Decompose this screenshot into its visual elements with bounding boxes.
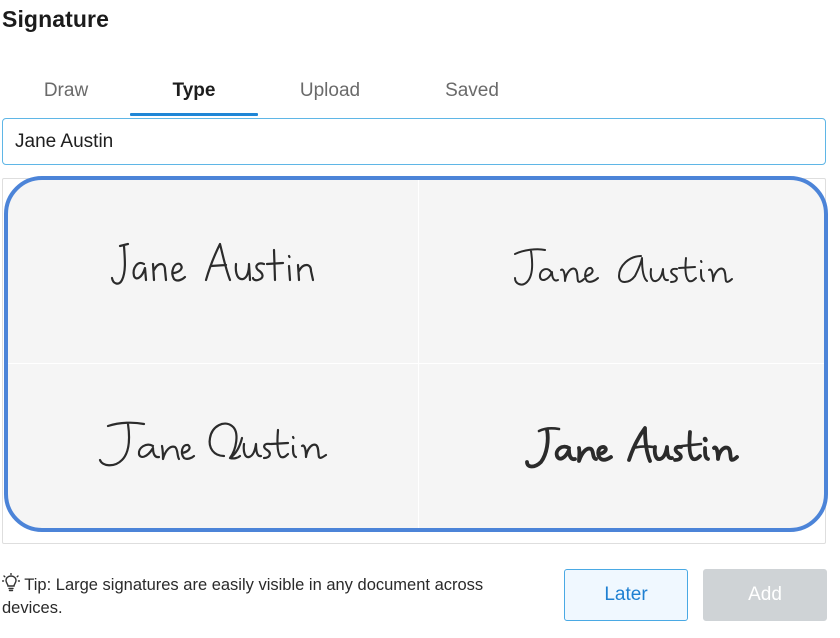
- lightbulb-icon: [1, 572, 21, 593]
- tip-text-container: Tip: Large signatures are easily visible…: [1, 572, 542, 620]
- signature-option-2-drawing: [514, 248, 733, 286]
- name-input[interactable]: [3, 119, 825, 164]
- signature-option-3[interactable]: [8, 364, 416, 528]
- signature-option-4-drawing: [525, 426, 739, 469]
- later-button[interactable]: Later: [564, 569, 688, 621]
- add-button[interactable]: Add: [703, 569, 827, 621]
- signature-option-2[interactable]: [419, 180, 824, 360]
- signature-option-1-drawing: [110, 242, 315, 285]
- signature-dialog: Signature Draw Type Upload Saved Jane Au…: [0, 0, 840, 638]
- signature-option-4[interactable]: [419, 364, 824, 528]
- dialog-title: Signature: [2, 6, 109, 32]
- name-input-container: [2, 118, 826, 165]
- tab-draw[interactable]: Draw: [2, 70, 130, 116]
- tab-saved[interactable]: Saved: [402, 70, 542, 116]
- signature-options-grid: [4, 176, 828, 532]
- tip-text: Tip: Large signatures are easily visible…: [2, 576, 484, 617]
- signature-option-1[interactable]: [8, 180, 416, 360]
- signature-option-3-drawing: [98, 421, 328, 467]
- tab-type[interactable]: Type: [130, 70, 258, 116]
- tab-upload[interactable]: Upload: [262, 70, 398, 116]
- signature-tabs: Draw Type Upload Saved: [2, 70, 522, 118]
